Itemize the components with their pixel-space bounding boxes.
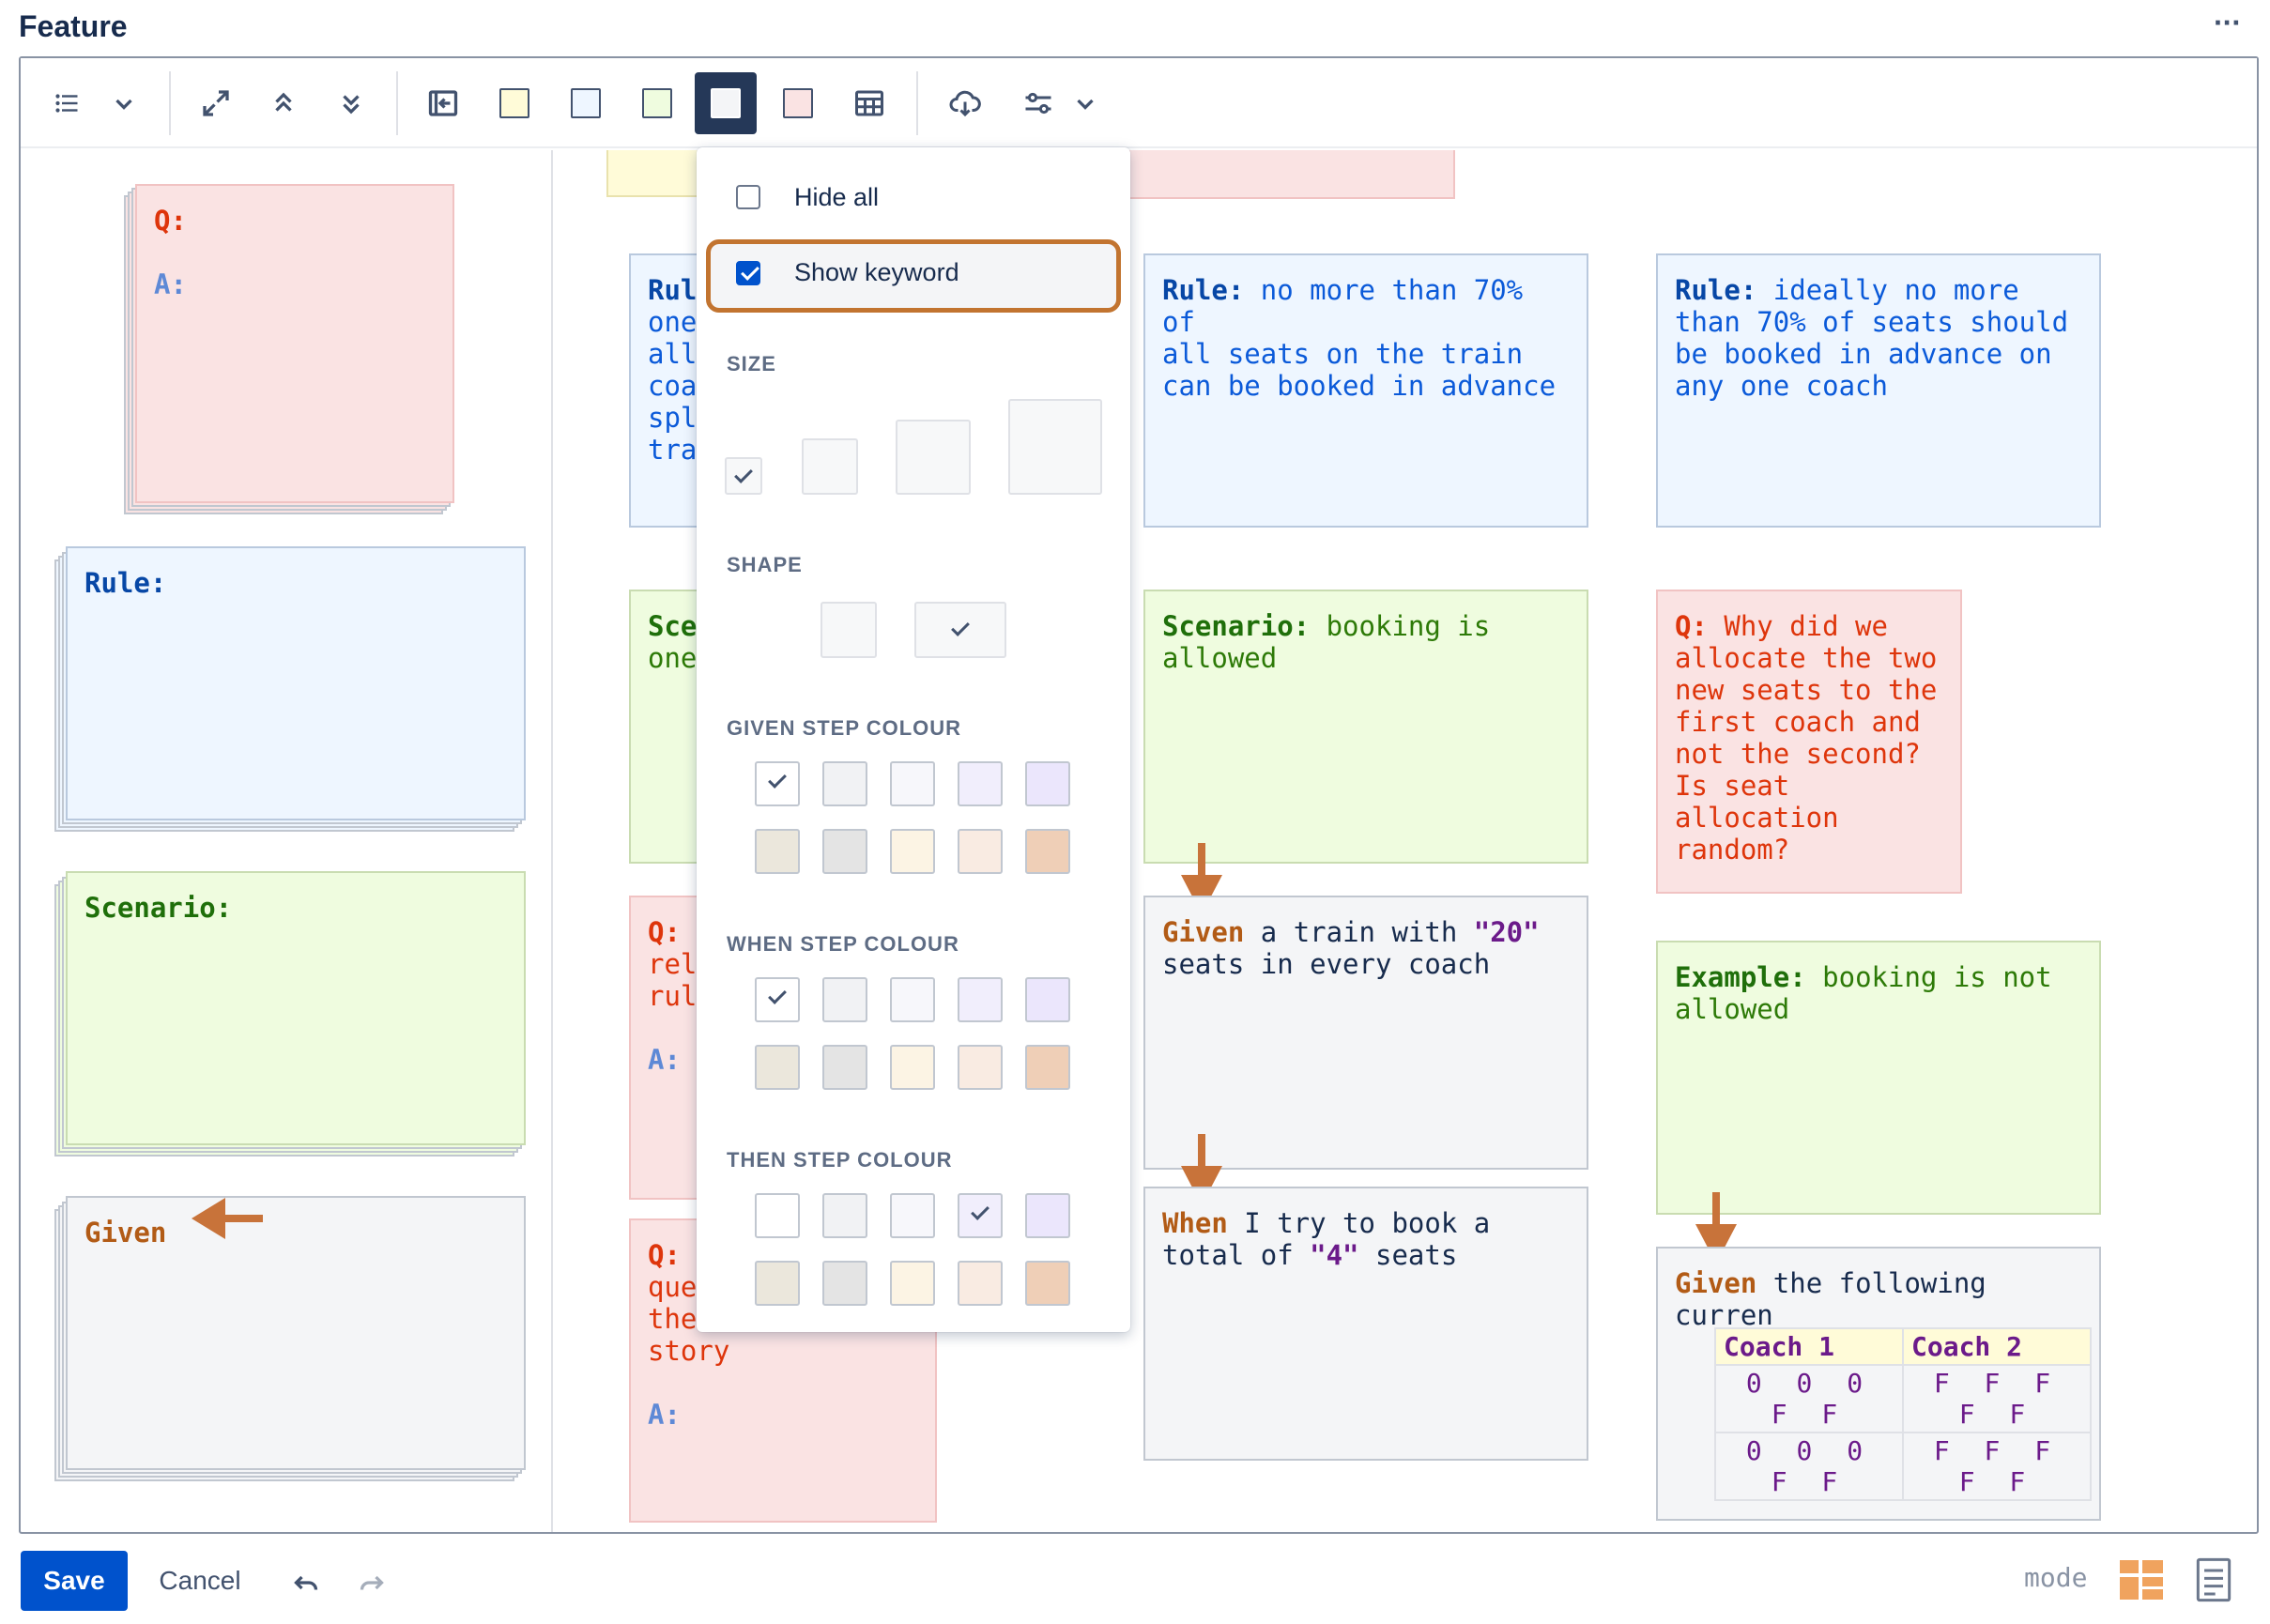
green-card-icon[interactable] (629, 75, 685, 131)
table-row: 0 0 0 F F F F F F F (1714, 1432, 2092, 1501)
rule-keyword: Rule: (84, 567, 167, 599)
then-colour-swatch[interactable] (822, 1193, 867, 1238)
given-colour-swatch[interactable] (890, 829, 935, 874)
board-view-icon[interactable] (2120, 1560, 2163, 1600)
list-icon[interactable] (39, 75, 96, 131)
cancel-button[interactable]: Cancel (141, 1551, 259, 1611)
expand-icon[interactable] (188, 75, 244, 131)
page-title: Feature (19, 9, 128, 43)
more-options-icon[interactable]: ··· (2214, 6, 2242, 40)
then-colour-swatch[interactable] (890, 1261, 935, 1306)
when-colour-swatch[interactable] (755, 1045, 800, 1090)
answer-keyword: A: (154, 268, 187, 300)
collapse-up-icon[interactable] (255, 75, 312, 131)
hide-all-label[interactable]: Hide all (794, 183, 879, 212)
display-options-dropdown: Hide all Show keyword SIZE SHAPE GIVEN S… (697, 147, 1130, 1332)
size-option-l[interactable] (1008, 399, 1102, 495)
qa-card-template[interactable]: Q: A: (135, 184, 454, 503)
undo-icon[interactable] (289, 1566, 323, 1600)
chevron-down-icon[interactable] (1066, 75, 1104, 131)
grey-card-icon[interactable] (695, 72, 757, 134)
document-view-icon[interactable] (2195, 1556, 2232, 1603)
when-step-card[interactable]: When I try to book a total of "4" seats (1143, 1187, 1588, 1461)
when-colour-swatch[interactable] (1025, 977, 1070, 1022)
when-colour-swatch[interactable] (958, 1045, 1003, 1090)
given-colour-heading: GIVEN STEP COLOUR (727, 716, 962, 740)
yellow-card-icon[interactable] (486, 75, 543, 131)
shape-option-wide[interactable] (914, 602, 1006, 658)
pink-card-partial[interactable] (1128, 150, 1455, 199)
then-colour-swatch[interactable] (1025, 1193, 1070, 1238)
when-colour-swatch[interactable] (755, 977, 800, 1022)
when-colour-swatch[interactable] (822, 977, 867, 1022)
toolbar (21, 58, 2257, 148)
scenario-card-template[interactable]: Scenario: (66, 871, 526, 1145)
arrow-left-icon (192, 1198, 263, 1239)
then-colour-swatch[interactable] (958, 1193, 1003, 1238)
then-colour-swatch[interactable] (1025, 1261, 1070, 1306)
when-colour-swatch[interactable] (890, 1045, 935, 1090)
given-colour-swatch[interactable] (958, 761, 1003, 806)
scenario-keyword: Scenario: (84, 892, 233, 924)
size-option-xs[interactable] (725, 457, 762, 495)
toolbar-separator (916, 71, 918, 135)
then-colour-swatch[interactable] (890, 1193, 935, 1238)
board-canvas: Q: A: Rule: Scenario: Given Rul one all … (21, 150, 2257, 1532)
given-colour-swatch[interactable] (822, 761, 867, 806)
data-table: Coach 1 Coach 2 0 0 0 F F F F F F F 0 0 … (1714, 1327, 2092, 1501)
when-colour-heading: WHEN STEP COLOUR (727, 932, 959, 956)
given-colour-swatch[interactable] (755, 829, 800, 874)
save-button[interactable]: Save (21, 1551, 128, 1611)
given-keyword: Given (84, 1217, 167, 1249)
pink-card-icon[interactable] (770, 75, 826, 131)
given-colour-swatch[interactable] (822, 829, 867, 874)
toolbar-separator (396, 71, 398, 135)
given-step-card[interactable]: Given a train with "20" seats in every c… (1143, 896, 1588, 1170)
then-colour-swatch[interactable] (822, 1261, 867, 1306)
rule-card[interactable]: Rule: no more than 70% of all seats on t… (1143, 253, 1588, 528)
collapse-down-icon[interactable] (323, 75, 379, 131)
panel-divider (551, 150, 553, 1532)
size-heading: SIZE (727, 352, 776, 375)
when-colour-swatch[interactable] (958, 977, 1003, 1022)
given-colour-swatch[interactable] (755, 761, 800, 806)
blue-card-icon[interactable] (558, 75, 614, 131)
given-card-template[interactable]: Given (66, 1196, 526, 1470)
redo-icon[interactable] (355, 1566, 389, 1600)
hide-all-checkbox[interactable] (736, 185, 760, 209)
table-icon[interactable] (841, 75, 897, 131)
when-colour-swatch[interactable] (1025, 1045, 1070, 1090)
given-colour-swatch[interactable] (958, 829, 1003, 874)
settings-sliders-icon[interactable] (1010, 75, 1066, 131)
rule-card-template[interactable]: Rule: (66, 546, 526, 820)
show-keyword-label[interactable]: Show keyword (794, 258, 959, 287)
show-keyword-checkbox[interactable] (736, 261, 760, 285)
given-colour-swatch[interactable] (890, 761, 935, 806)
table-header: Coach 2 (1902, 1327, 2092, 1366)
then-colour-heading: THEN STEP COLOUR (727, 1148, 953, 1172)
question-card[interactable]: Q: Why did we allocate the two new seats… (1656, 590, 1962, 894)
question-keyword: Q: (154, 205, 187, 237)
table-header: Coach 1 (1714, 1327, 1904, 1366)
when-colour-swatch[interactable] (822, 1045, 867, 1090)
shape-heading: SHAPE (727, 553, 803, 576)
back-arrow-icon[interactable] (415, 75, 471, 131)
then-colour-swatch[interactable] (755, 1261, 800, 1306)
when-colour-swatch[interactable] (890, 977, 935, 1022)
rule-card[interactable]: Rule: ideally no more than 70% of seats … (1656, 253, 2101, 528)
cloud-download-icon[interactable] (937, 75, 993, 131)
mode-label: mode (2024, 1562, 2088, 1593)
chevron-down-icon[interactable] (96, 75, 152, 131)
given-colour-swatch[interactable] (1025, 761, 1070, 806)
example-card[interactable]: Example: booking is not allowed (1656, 941, 2101, 1215)
given-colour-swatch[interactable] (1025, 829, 1070, 874)
then-colour-swatch[interactable] (958, 1261, 1003, 1306)
then-colour-swatch[interactable] (755, 1193, 800, 1238)
size-option-s[interactable] (802, 438, 858, 495)
toolbar-separator (169, 71, 171, 135)
shape-option-square[interactable] (821, 602, 877, 658)
size-option-m[interactable] (896, 420, 971, 495)
scenario-card[interactable]: Scenario: booking is allowed (1143, 590, 1588, 864)
table-row: 0 0 0 F F F F F F F (1714, 1364, 2092, 1433)
